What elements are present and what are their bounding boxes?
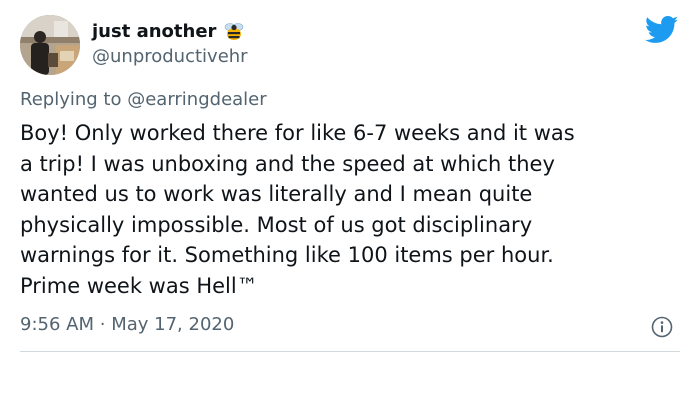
meta-separator: · xyxy=(99,314,106,335)
reply-prefix: Replying to xyxy=(20,89,122,110)
tweet-date: May 17, 2020 xyxy=(111,314,235,335)
bee-icon xyxy=(222,19,246,43)
info-icon[interactable] xyxy=(650,315,674,339)
display-name[interactable]: just another xyxy=(92,21,216,42)
handle[interactable]: @unproductivehr xyxy=(92,46,512,67)
divider xyxy=(20,351,680,352)
twitter-bird-icon[interactable] xyxy=(644,16,679,44)
avatar[interactable] xyxy=(20,15,80,75)
reply-context: Replying to @earringdealer xyxy=(20,89,267,110)
avatar-photo xyxy=(20,15,80,75)
tweet-timestamp[interactable]: 9:56 AM · May 17, 2020 xyxy=(20,314,234,335)
reply-mention-link[interactable]: @earringdealer xyxy=(127,89,266,110)
tweet-time: 9:56 AM xyxy=(20,314,94,335)
display-name-row: just another xyxy=(92,18,512,44)
tweet-text: Boy! Only worked there for like 6-7 week… xyxy=(20,121,575,298)
tweet-card: just another @unproductivehr Replying to… xyxy=(0,0,700,406)
author-block: just another @unproductivehr xyxy=(92,18,512,68)
